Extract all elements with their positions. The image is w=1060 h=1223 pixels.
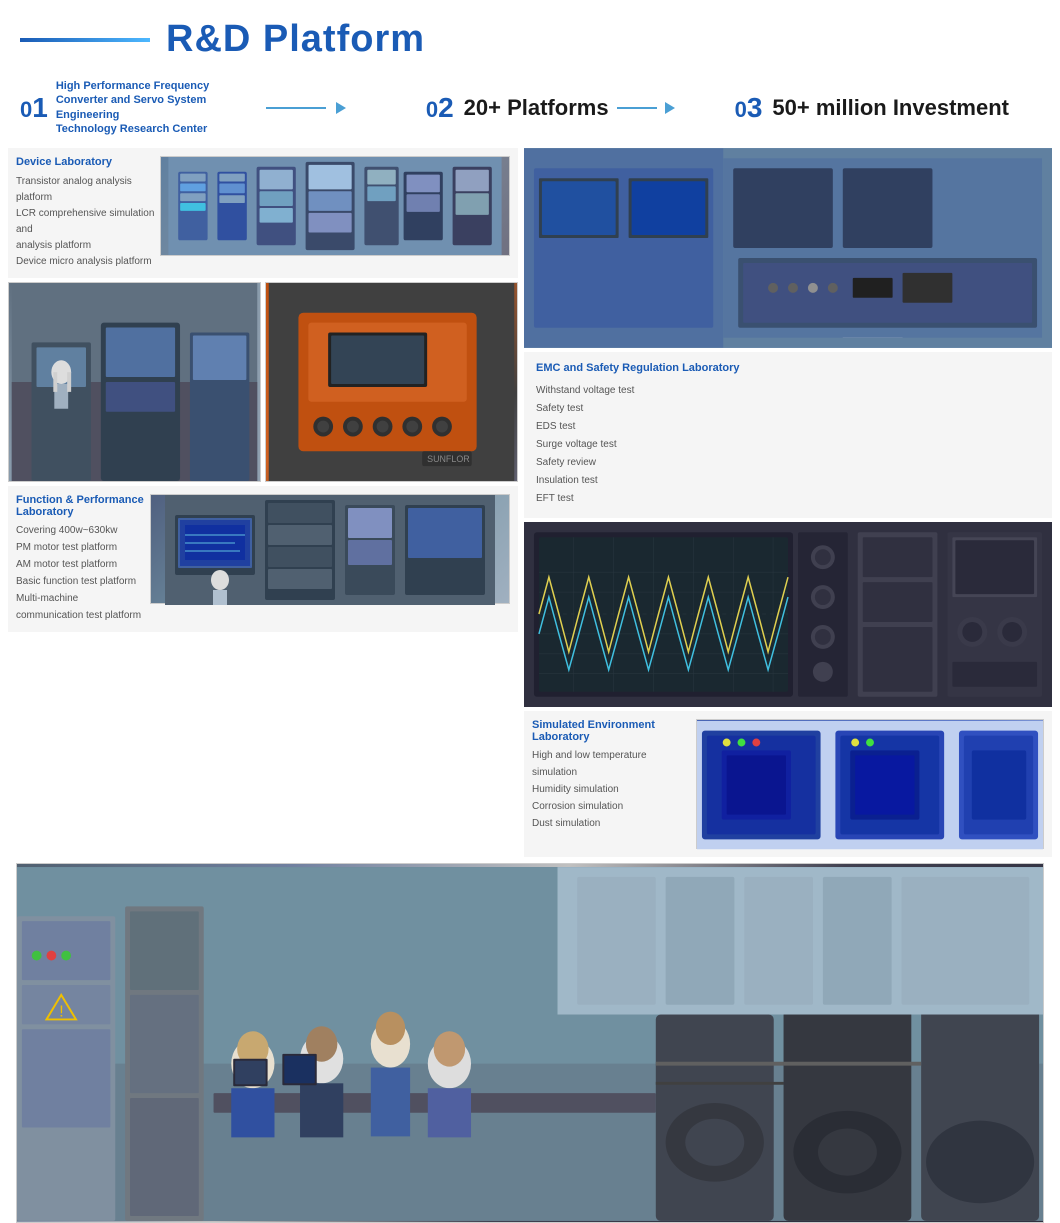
device-lab-photo <box>160 156 510 256</box>
right-panel: EMC and Safety Regulation Laboratory Wit… <box>524 148 1052 857</box>
top-section: Device Laboratory Transistor analog anal… <box>8 148 1052 857</box>
left-panel: Device Laboratory Transistor analog anal… <box>8 148 518 857</box>
func-lab-item-1: Covering 400w~630kw <box>16 522 146 539</box>
svg-text:SUNFLOR: SUNFLOR <box>427 454 470 464</box>
sim-env-item-3: Corrosion simulation <box>532 798 692 815</box>
badge-01: 01 High Performance Frequency Converter … <box>20 79 256 136</box>
emc-item-3: EDS test <box>536 418 1040 436</box>
sim-env-item-4: Dust simulation <box>532 815 692 832</box>
emc-item-5: Safety review <box>536 454 1040 472</box>
sim-env-section: Simulated Environment Laboratory High an… <box>524 711 1052 857</box>
section-badges: 01 High Performance Frequency Converter … <box>0 71 1060 148</box>
func-lab-item-6: communication test platform <box>16 607 146 624</box>
func-lab-photo <box>150 494 510 604</box>
badge-03-number: 03 <box>735 94 763 122</box>
badge-02: 02 20+ Platforms <box>426 94 609 122</box>
device-lab-item-2: LCR comprehensive simulation and <box>16 206 156 238</box>
func-lab-item-3: AM motor test platform <box>16 556 146 573</box>
emc-item-4: Surge voltage test <box>536 436 1040 454</box>
badge-03-label: 50+ million Investment <box>772 95 1009 121</box>
badge-02-number: 02 <box>426 94 454 122</box>
device-lab-item-3: analysis platform <box>16 238 156 254</box>
func-lab-item-5: Multi-machine <box>16 590 146 607</box>
badge-01-number: 01 <box>20 94 48 122</box>
device-lab-section: Device Laboratory Transistor analog anal… <box>8 148 518 278</box>
func-lab-section: Function & Performance Laboratory Coveri… <box>8 486 518 632</box>
sim-env-item-2: Humidity simulation <box>532 781 692 798</box>
right-top-photo <box>524 148 1052 348</box>
header-line <box>20 38 150 42</box>
sim-env-photo <box>696 719 1044 849</box>
device-lab-title: Device Laboratory <box>16 156 156 168</box>
main-content: Device Laboratory Transistor analog anal… <box>0 148 1060 1223</box>
emc-item-1: Withstand voltage test <box>536 382 1040 400</box>
machine1-photo <box>8 282 261 482</box>
device-lab-item-4: Device micro analysis platform <box>16 254 156 270</box>
emc-item-2: Safety test <box>536 400 1040 418</box>
func-lab-text: Function & Performance Laboratory Coveri… <box>16 494 146 624</box>
badge-01-text: High Performance Frequency Converter and… <box>56 79 256 136</box>
badge-02-label: 20+ Platforms <box>464 95 609 121</box>
device-lab-text: Device Laboratory Transistor analog anal… <box>16 156 156 270</box>
device-lab-item-1: Transistor analog analysis platform <box>16 174 156 206</box>
page-title: R&D Platform <box>166 18 425 61</box>
badge-03: 03 50+ million Investment <box>735 94 1009 122</box>
page-header: R&D Platform <box>0 0 1060 71</box>
func-lab-title: Function & Performance Laboratory <box>16 494 146 518</box>
oscilloscope-photo <box>524 522 1052 707</box>
bottom-photo: ! <box>16 863 1044 1223</box>
emc-row: EMC and Safety Regulation Laboratory Wit… <box>524 352 1052 518</box>
emc-title: EMC and Safety Regulation Laboratory <box>536 362 1040 374</box>
sim-env-title: Simulated Environment Laboratory <box>532 719 692 743</box>
svg-text:!: ! <box>59 1004 63 1021</box>
emc-item-7: EFT test <box>536 490 1040 508</box>
sim-env-text: Simulated Environment Laboratory High an… <box>532 719 692 849</box>
sim-env-item-1: High and low temperature simulation <box>532 747 692 781</box>
emc-panel: EMC and Safety Regulation Laboratory Wit… <box>524 352 1052 518</box>
emc-item-6: Insulation test <box>536 472 1040 490</box>
equipment-row: SUNFLOR <box>8 282 518 482</box>
func-lab-item-2: PM motor test platform <box>16 539 146 556</box>
machine2-photo: SUNFLOR <box>265 282 518 482</box>
func-lab-item-4: Basic function test platform <box>16 573 146 590</box>
